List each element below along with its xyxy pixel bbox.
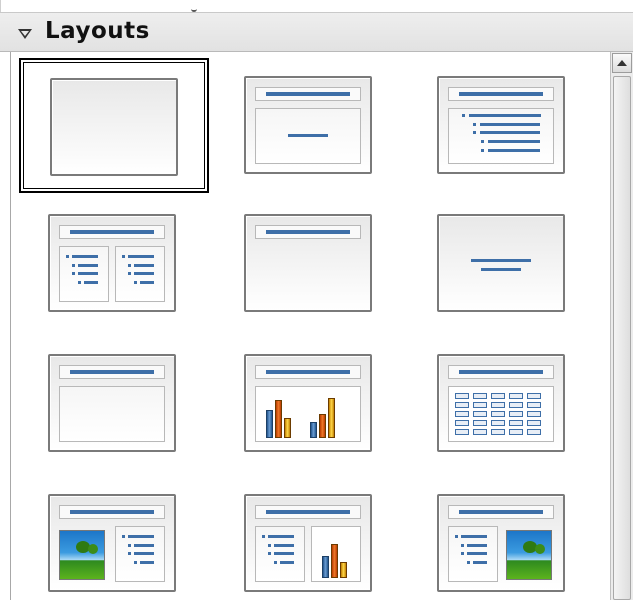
layout-title-only-icon — [244, 214, 372, 312]
picture-placeholder-icon — [506, 530, 552, 580]
layout-title-table-icon — [437, 354, 565, 452]
picture-placeholder-icon — [59, 530, 105, 580]
layout-centered-text-icon — [437, 214, 565, 312]
panel-top-edge — [0, 0, 633, 12]
vertical-scrollbar[interactable] — [610, 52, 633, 600]
layout-item-title-slide[interactable] — [215, 58, 405, 193]
scrollbar-thumb[interactable] — [613, 76, 631, 600]
layout-title-chart-icon — [244, 354, 372, 452]
layout-blank-icon — [50, 78, 178, 176]
layout-item-title-chart[interactable] — [215, 338, 405, 473]
layout-item-centered-text[interactable] — [411, 198, 601, 333]
panel-title: Layouts — [45, 18, 150, 44]
layout-title-subtitle-icon — [244, 76, 372, 174]
triangle-down-icon[interactable] — [18, 29, 32, 39]
layout-item-title-picture-text[interactable] — [19, 478, 209, 613]
layout-item-title-text-picture[interactable] — [411, 478, 601, 613]
layouts-grid — [11, 52, 611, 600]
layout-title-2-content-icon — [48, 214, 176, 312]
scroll-up-arrow-icon[interactable] — [612, 53, 632, 73]
layout-title-picture-text-icon — [48, 494, 176, 592]
layout-item-title-only[interactable] — [215, 198, 405, 333]
layout-item-title-text-chart[interactable] — [215, 478, 405, 613]
layout-title-text-picture-icon — [437, 494, 565, 592]
layouts-panel — [10, 52, 633, 600]
layouts-panel-header[interactable]: Layouts — [0, 12, 633, 52]
layout-item-title-content[interactable] — [411, 58, 601, 193]
layout-item-title-table[interactable] — [411, 338, 601, 473]
layout-title-text-icon — [48, 354, 176, 452]
layout-item-blank-selected[interactable] — [19, 58, 209, 193]
layout-title-content-icon — [437, 76, 565, 174]
layout-item-title-2-content[interactable] — [19, 198, 209, 333]
layout-title-text-chart-icon — [244, 494, 372, 592]
layout-item-title-text[interactable] — [19, 338, 209, 473]
